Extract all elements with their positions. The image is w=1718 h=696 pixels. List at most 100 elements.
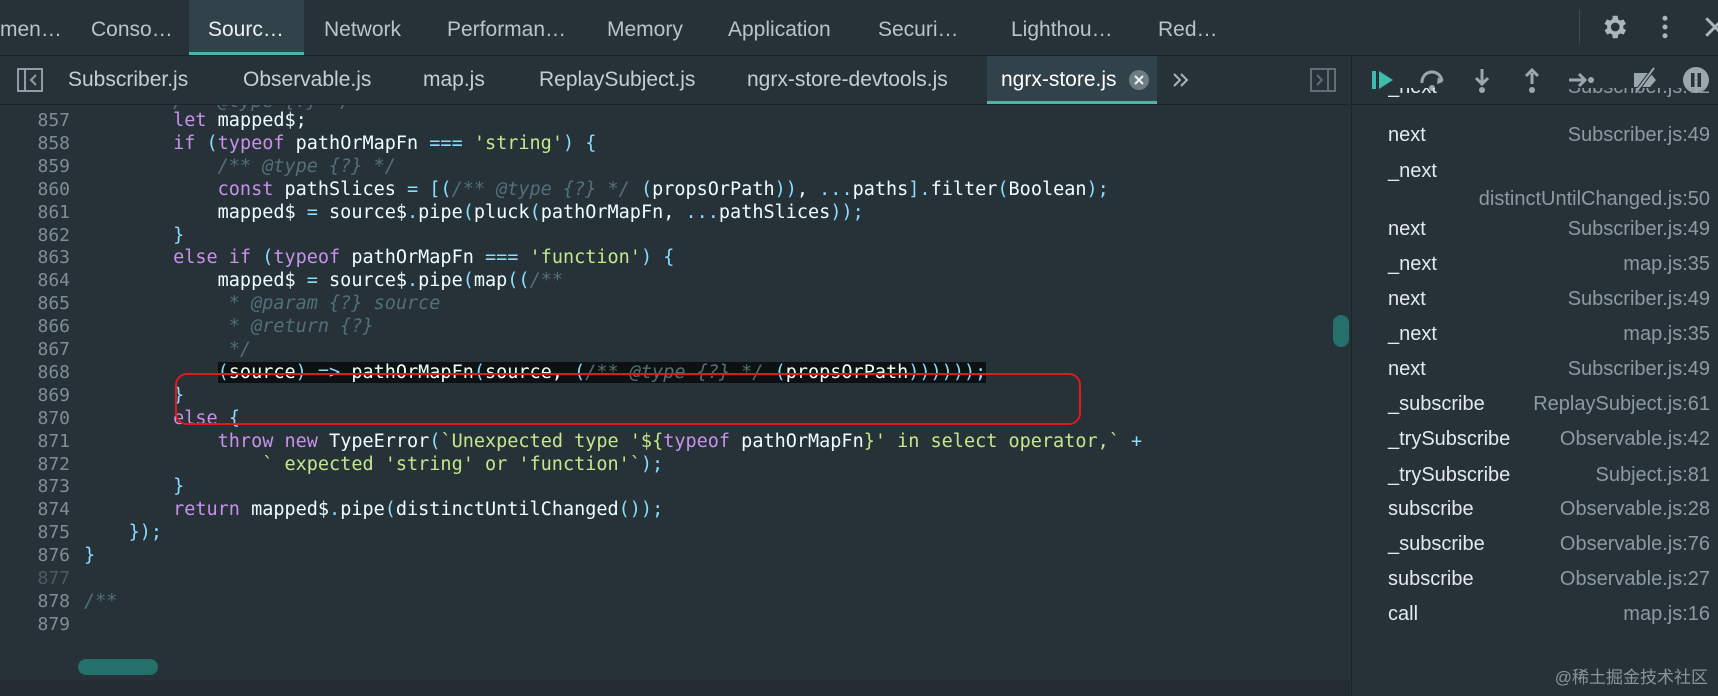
more-tabs-icon[interactable] (1170, 69, 1192, 91)
call-frame-location[interactable]: Observable.js:76 (1560, 533, 1710, 556)
code-line: * @param {?} source (228, 293, 441, 315)
line-number[interactable]: 858 (0, 133, 70, 154)
tab-elements[interactable]: men… (0, 0, 62, 55)
call-frame-function: _next (1388, 160, 1437, 182)
code-line: const pathSlices = [(/** @type {?} */ (p… (217, 178, 1109, 200)
line-number[interactable]: 866 (0, 316, 70, 337)
line-number[interactable]: 870 (0, 408, 70, 429)
line-number[interactable]: 864 (0, 270, 70, 291)
call-frame-location[interactable]: Observable.js:42 (1560, 428, 1710, 451)
vertical-scrollbar-thumb[interactable] (1333, 315, 1349, 347)
line-number[interactable]: 868 (0, 362, 70, 383)
toggle-debugger-icon[interactable] (1309, 67, 1337, 93)
call-frame-location[interactable]: Subscriber.js:49 (1568, 218, 1710, 241)
call-frame[interactable]: next Subscriber.js:49 (1388, 218, 1710, 248)
call-frame-location[interactable]: Subscriber.js:49 (1568, 124, 1710, 147)
code-line: throw new TypeError(`Unexpected type '${… (217, 430, 1143, 452)
line-number[interactable]: 859 (0, 156, 70, 177)
call-frame-location[interactable]: distinctUntilChanged.js:50 (1479, 188, 1710, 211)
line-number[interactable]: 862 (0, 225, 70, 246)
call-frame[interactable]: _next map.js:35 (1388, 253, 1710, 283)
status-strip (0, 680, 1350, 696)
file-tab-replaysubject[interactable]: ReplaySubject.js (539, 56, 695, 104)
line-number[interactable]: 863 (0, 247, 70, 268)
file-tab-subscriber[interactable]: Subscriber.js (68, 56, 188, 104)
call-frame-location[interactable]: map.js:35 (1623, 253, 1710, 276)
line-number[interactable]: 874 (0, 499, 70, 520)
file-tab-ngrx-store[interactable]: ngrx-store.js (987, 56, 1157, 104)
file-tab-map[interactable]: map.js (423, 56, 485, 104)
line-number[interactable]: 877 (0, 568, 70, 589)
tab-sources[interactable]: Sourc… (189, 0, 304, 55)
tab-application[interactable]: Application (728, 0, 858, 55)
call-frame[interactable]: _next distinctUntilChanged.js:50 (1388, 160, 1710, 216)
line-number[interactable]: 876 (0, 545, 70, 566)
line-number[interactable]: 869 (0, 385, 70, 406)
call-frame[interactable]: call map.js:16 (1388, 603, 1710, 633)
settings-icon[interactable] (1599, 12, 1629, 42)
tab-performance[interactable]: Performan… (447, 0, 587, 55)
line-number[interactable]: 860 (0, 179, 70, 200)
watermark: @稀土掘金技术社区 (1554, 668, 1708, 687)
call-frame-location[interactable]: Observable.js:27 (1560, 568, 1710, 591)
line-number[interactable]: 861 (0, 202, 70, 223)
call-frame[interactable]: _next Subscriber.js:72 (1388, 88, 1710, 102)
call-frame-location[interactable]: Subscriber.js:49 (1568, 288, 1710, 311)
line-number[interactable]: 878 (0, 591, 70, 612)
horizontal-scrollbar-thumb[interactable] (78, 659, 158, 675)
debugger-sidebar: _next Subscriber.js:72 next Subscriber.js:4… (1351, 56, 1718, 696)
line-number[interactable]: 857 (0, 110, 70, 131)
line-number[interactable]: 867 (0, 339, 70, 360)
call-frame-function: _next (1388, 253, 1437, 275)
line-number[interactable]: 873 (0, 476, 70, 497)
line-number[interactable]: 875 (0, 522, 70, 543)
close-devtools-icon[interactable] (1700, 12, 1718, 42)
code-line: let mapped$; (173, 110, 307, 131)
tab-security[interactable]: Securi… (878, 0, 978, 55)
source-file-tabs: Subscriber.js Observable.js map.js Repla… (0, 56, 1350, 105)
tab-console[interactable]: Conso… (91, 0, 191, 55)
code-line: } (173, 224, 185, 246)
code-line: else if (typeof pathOrMapFn === 'functio… (173, 247, 675, 269)
tab-lighthouse[interactable]: Lighthou… (1011, 0, 1131, 55)
call-frame-location[interactable]: Subject.js:81 (1595, 464, 1710, 487)
close-tab-icon[interactable] (1128, 69, 1150, 91)
line-number[interactable]: 879 (0, 614, 70, 635)
tab-redux[interactable]: Red… (1158, 0, 1228, 55)
line-number[interactable]: 865 (0, 293, 70, 314)
code-line: return mapped$.pipe(distinctUntilChanged… (173, 499, 664, 521)
call-frame-function: next (1388, 288, 1426, 310)
call-frame-function: _next (1388, 323, 1437, 345)
call-frame[interactable]: subscribe Observable.js:27 (1388, 568, 1710, 598)
file-tab-ngrx-store-devtools[interactable]: ngrx-store-devtools.js (747, 56, 948, 104)
call-frame[interactable]: subscribe Observable.js:28 (1388, 498, 1710, 528)
toggle-navigator-icon[interactable] (16, 67, 44, 93)
call-frame-function: _subscribe (1388, 393, 1485, 415)
code-line: ` expected 'string' or 'function'`); (262, 453, 664, 475)
call-frame-location[interactable]: Subscriber.js:72 (1568, 88, 1710, 99)
call-frame-function: call (1388, 603, 1419, 625)
call-frame-function: subscribe (1388, 498, 1474, 520)
call-frame[interactable]: next Subscriber.js:49 (1388, 288, 1710, 318)
call-frame-location[interactable]: ReplaySubject.js:61 (1533, 393, 1710, 416)
line-number[interactable]: 871 (0, 431, 70, 452)
call-frame-location[interactable]: Observable.js:28 (1560, 498, 1710, 521)
more-vert-icon[interactable] (1650, 12, 1680, 42)
code-line: /** @type {?} */ (217, 155, 396, 177)
tab-memory[interactable]: Memory (607, 0, 707, 55)
call-frame[interactable]: _subscribe ReplaySubject.js:61 (1388, 393, 1710, 423)
tab-network[interactable]: Network (324, 0, 434, 55)
call-frame-location[interactable]: Subscriber.js:49 (1568, 358, 1710, 381)
call-frame-location[interactable]: map.js:35 (1623, 323, 1710, 346)
file-tab-observable[interactable]: Observable.js (243, 56, 371, 104)
call-frame[interactable]: _subscribe Observable.js:76 (1388, 533, 1710, 563)
call-frame[interactable]: _trySubscribe Observable.js:42 (1388, 428, 1710, 458)
call-frame[interactable]: _next map.js:35 (1388, 323, 1710, 353)
call-frame[interactable]: _trySubscribe Subject.js:81 (1388, 464, 1710, 494)
line-number[interactable]: 872 (0, 454, 70, 475)
call-frame-function: next (1388, 218, 1426, 240)
call-frame[interactable]: next Subscriber.js:49 (1388, 124, 1710, 154)
call-frame-function: _trySubscribe (1388, 464, 1511, 486)
call-frame[interactable]: next Subscriber.js:49 (1388, 358, 1710, 388)
call-frame-location[interactable]: map.js:16 (1623, 603, 1710, 626)
